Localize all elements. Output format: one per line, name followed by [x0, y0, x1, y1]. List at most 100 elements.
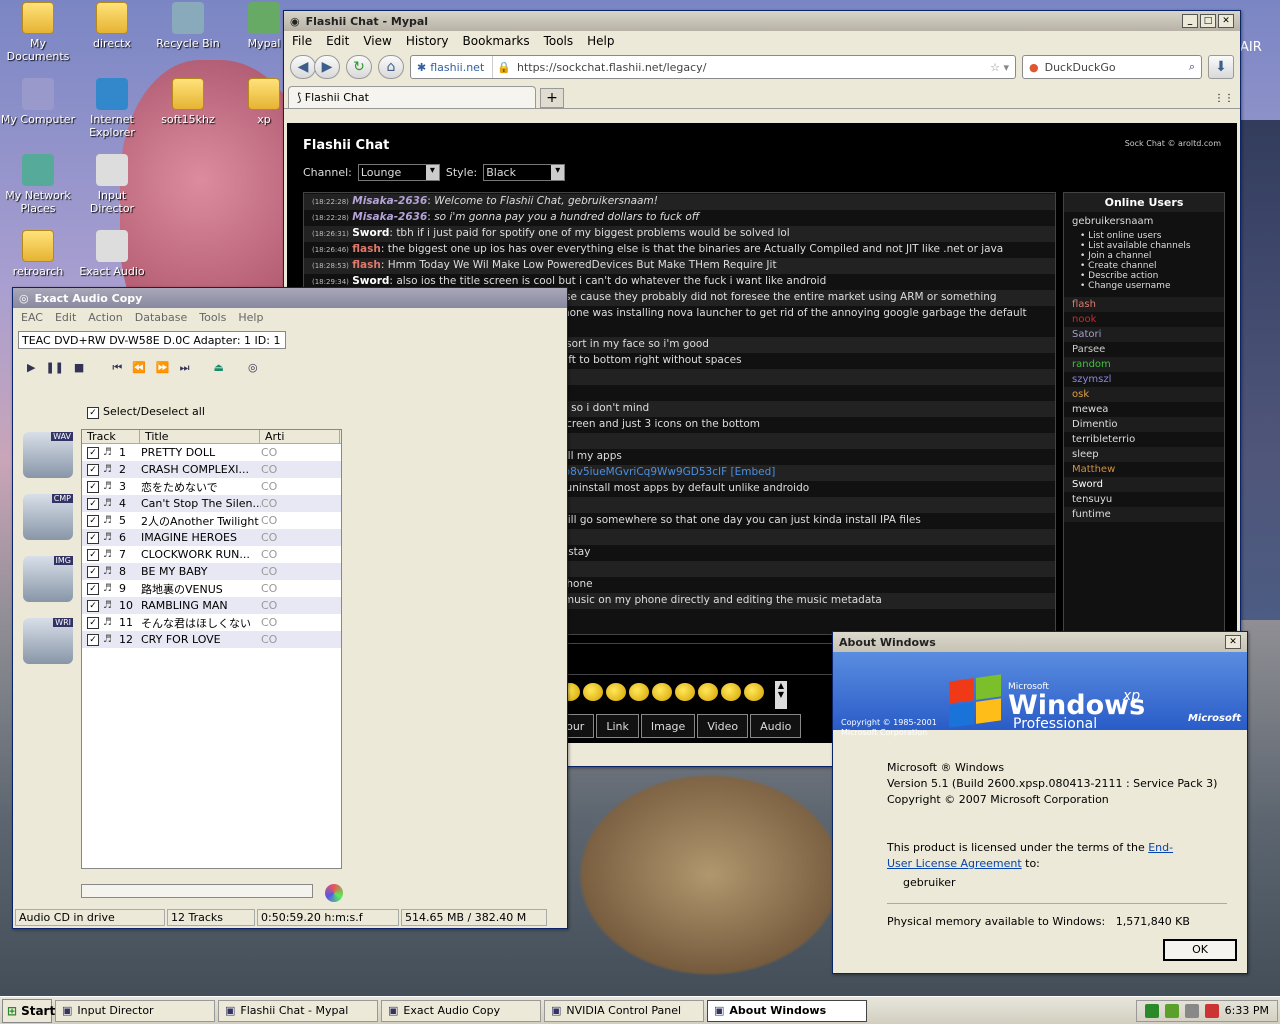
message-username[interactable]: flash: [352, 259, 381, 271]
online-user[interactable]: Parsee: [1064, 342, 1224, 357]
format-link-button[interactable]: Link: [596, 714, 639, 738]
pause-icon[interactable]: ❚❚: [45, 361, 63, 375]
track-row[interactable]: ✓ ♬ 1 PRETTY DOLL CO: [82, 444, 341, 461]
track-checkbox[interactable]: ✓: [87, 531, 99, 544]
desktop-icon[interactable]: retroarch: [0, 230, 76, 278]
search-icon[interactable]: ⌕: [1189, 60, 1195, 74]
security-tray-icon[interactable]: [1204, 1003, 1219, 1018]
format-image-button[interactable]: Image: [640, 714, 696, 738]
first-track-icon[interactable]: ⏮: [112, 361, 122, 375]
channel-select[interactable]: Lounge: [357, 164, 440, 181]
select-all-checkbox[interactable]: ✓ Select/Deselect all: [87, 405, 205, 419]
track-checkbox[interactable]: ✓: [87, 514, 99, 527]
drive-select[interactable]: TEAC DVD+RW DV-W58E D.0C Adapter: 1 ID: …: [18, 331, 286, 349]
menu-view[interactable]: View: [363, 34, 391, 48]
format-video-button[interactable]: Video: [697, 714, 749, 738]
track-checkbox[interactable]: ✓: [87, 599, 99, 612]
online-user[interactable]: nook: [1064, 312, 1224, 327]
desktop-icon[interactable]: directx: [74, 2, 150, 50]
emoticon-icon[interactable]: [629, 683, 649, 701]
online-user[interactable]: osk: [1064, 387, 1224, 402]
track-checkbox[interactable]: ✓: [87, 565, 99, 578]
embed-link[interactable]: [Embed]: [730, 466, 775, 478]
track-row[interactable]: ✓ ♬ 5 2人のAnother Twilight CO: [82, 512, 341, 529]
browser-titlebar[interactable]: ◉ Flashii Chat - Mypal _ □ ✕: [284, 11, 1240, 31]
new-tab-button[interactable]: +: [540, 88, 564, 108]
taskbar-item[interactable]: ▣ About Windows: [707, 999, 867, 1022]
desktop-icon[interactable]: My Computer: [0, 78, 76, 126]
menu-file[interactable]: File: [292, 34, 312, 48]
emoticon-icon[interactable]: [583, 683, 603, 701]
message-username[interactable]: Sword: [352, 227, 389, 239]
search-input[interactable]: DuckDuckGo: [1045, 61, 1183, 74]
taskbar-item[interactable]: ▣ Input Director: [55, 999, 215, 1022]
taskbar-item[interactable]: ▣ Exact Audio Copy: [381, 999, 541, 1022]
eac-img-icon[interactable]: IMG: [23, 556, 73, 602]
emoticon-icon[interactable]: [721, 683, 741, 701]
message-username[interactable]: Sword: [352, 275, 389, 287]
track-row[interactable]: ✓ ♬ 12 CRY FOR LOVE CO: [82, 631, 341, 648]
nvidia-tray-icon[interactable]: [1164, 1003, 1179, 1018]
track-row[interactable]: ✓ ♬ 9 路地裏のVENUS CO: [82, 580, 341, 597]
about-windows-dialog[interactable]: About Windows ✕ Microsoft Windows xp Pro…: [832, 631, 1248, 974]
emoticon-scroll[interactable]: ▲ ▼: [775, 681, 787, 709]
track-row[interactable]: ✓ ♬ 11 そんな君はほしくない CO: [82, 614, 341, 631]
forward-icon[interactable]: ⏩: [156, 361, 170, 375]
online-user[interactable]: Satori: [1064, 327, 1224, 342]
menu-bookmarks[interactable]: Bookmarks: [463, 34, 530, 48]
menu-tools[interactable]: Tools: [544, 34, 574, 48]
ok-button[interactable]: OK: [1163, 939, 1237, 961]
online-user[interactable]: terribleterrio: [1064, 432, 1224, 447]
desktop-icon[interactable]: Exact Audio: [74, 230, 150, 278]
track-checkbox[interactable]: ✓: [87, 463, 99, 476]
desktop-icon[interactable]: My Documents: [0, 2, 76, 63]
cd-icon[interactable]: ◎: [248, 361, 258, 375]
current-user[interactable]: gebruikersnaam: [1064, 212, 1224, 231]
home-button[interactable]: ⌂: [378, 55, 404, 79]
desktop-icon[interactable]: Recycle Bin: [150, 2, 226, 50]
rewind-icon[interactable]: ⏪: [132, 361, 146, 375]
clock[interactable]: 6:33 PM: [1225, 1004, 1269, 1017]
taskbar-item[interactable]: ▣ NVIDIA Control Panel: [544, 999, 704, 1022]
close-button[interactable]: ✕: [1218, 14, 1234, 28]
eject-icon[interactable]: ⏏: [214, 361, 224, 375]
forward-button[interactable]: ▶: [314, 55, 340, 79]
back-button[interactable]: ◀: [290, 55, 316, 79]
message-username[interactable]: Misaka-2636: [352, 195, 427, 207]
speaker-tray-icon[interactable]: [1184, 1003, 1199, 1018]
online-user[interactable]: funtime: [1064, 507, 1224, 522]
eac-menu-action[interactable]: Action: [88, 311, 122, 324]
emoticon-icon[interactable]: [675, 683, 695, 701]
online-user[interactable]: random: [1064, 357, 1224, 372]
desktop-icon[interactable]: Input Director: [74, 154, 150, 215]
online-user[interactable]: Matthew: [1064, 462, 1224, 477]
start-button[interactable]: ⊞ Start: [2, 998, 55, 1023]
track-row[interactable]: ✓ ♬ 4 Can't Stop The Silen... CO: [82, 495, 341, 512]
close-button[interactable]: ✕: [1225, 635, 1241, 649]
track-checkbox[interactable]: ✓: [87, 480, 99, 493]
eac-cmp-icon[interactable]: CMP: [23, 494, 73, 540]
emoticon-icon[interactable]: [606, 683, 626, 701]
online-user[interactable]: flash: [1064, 297, 1224, 312]
eac-menu-help[interactable]: Help: [238, 311, 263, 324]
track-checkbox[interactable]: ✓: [87, 582, 99, 595]
track-row[interactable]: ✓ ♬ 6 IMAGINE HEROES CO: [82, 529, 341, 546]
download-button[interactable]: ⬇: [1208, 55, 1234, 79]
url-bar[interactable]: ✱ flashii.net 🔒 https://sockchat.flashii.…: [410, 55, 1016, 79]
user-action-item[interactable]: Describe action: [1080, 271, 1216, 281]
position-slider[interactable]: [81, 884, 313, 898]
online-user[interactable]: sleep: [1064, 447, 1224, 462]
emoticon-icon[interactable]: [652, 683, 672, 701]
emoticon-icon[interactable]: [698, 683, 718, 701]
track-checkbox[interactable]: ✓: [87, 446, 99, 459]
online-user[interactable]: Dimentio: [1064, 417, 1224, 432]
reload-button[interactable]: ↻: [346, 55, 372, 79]
user-action-item[interactable]: List available channels: [1080, 241, 1216, 251]
track-row[interactable]: ✓ ♬ 10 RAMBLING MAN CO: [82, 597, 341, 614]
track-checkbox[interactable]: ✓: [87, 497, 99, 510]
stop-icon[interactable]: ■: [74, 361, 84, 375]
eac-window[interactable]: ◎ Exact Audio Copy EAC Edit Action Database…: [12, 287, 568, 929]
style-select[interactable]: Black: [483, 164, 566, 181]
online-user[interactable]: szymszl: [1064, 372, 1224, 387]
desktop-icon[interactable]: Internet Explorer: [74, 78, 150, 139]
